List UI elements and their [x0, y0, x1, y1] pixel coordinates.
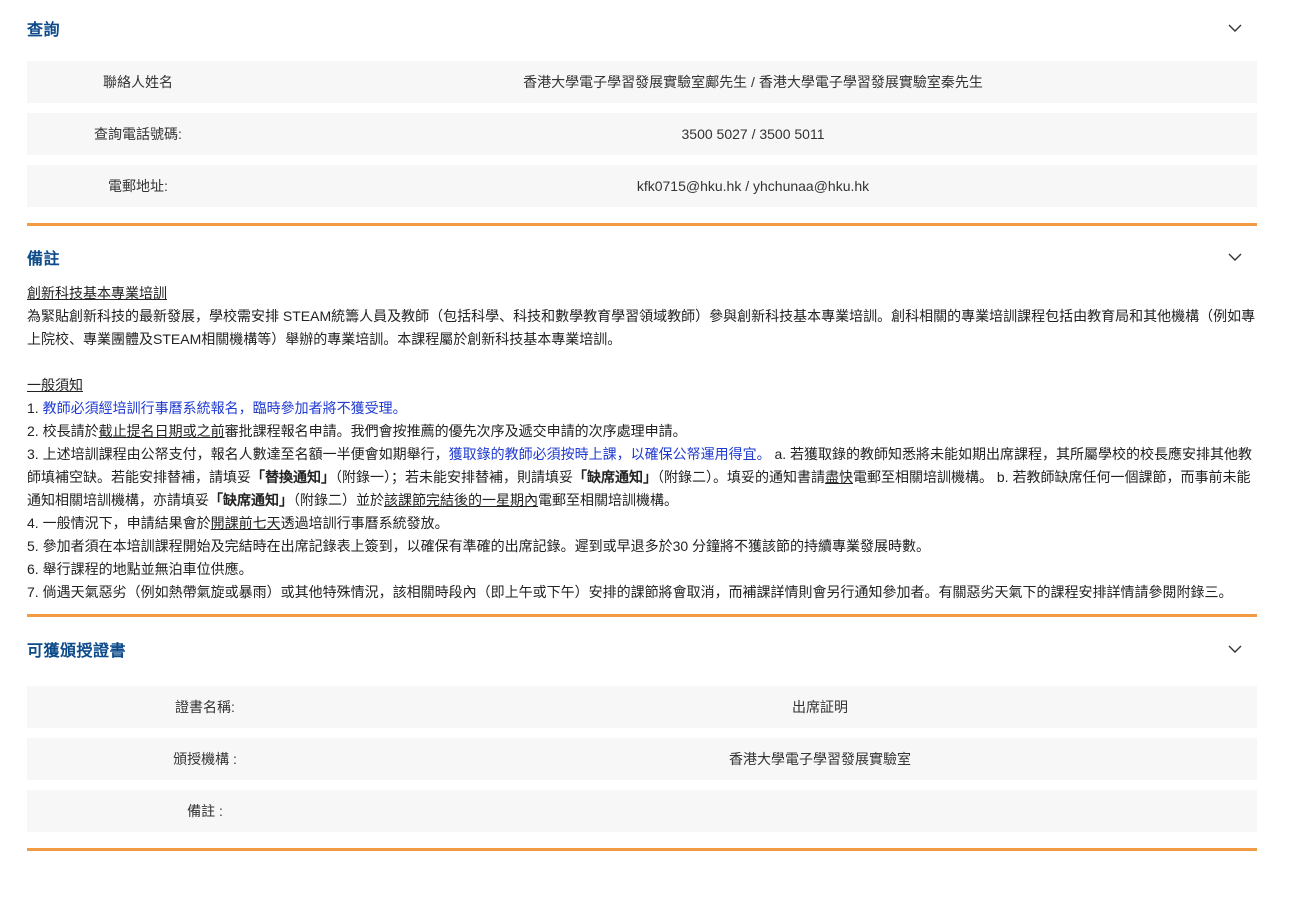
chevron-down-icon[interactable] [1225, 18, 1245, 38]
row-label: 查詢電話號碼: [94, 126, 182, 142]
steam-body: 為緊貼創新科技的最新發展，學校需安排 STEAM統籌人員及教師（包括科學、科技和… [27, 308, 1256, 347]
note-item-3: 3. 上述培訓課程由公帑支付，報名人數達至名額一半便會如期舉行，獲取錄的教師必須… [27, 446, 1253, 508]
chevron-down-icon[interactable] [1225, 247, 1245, 267]
remarks-body: 創新科技基本專業培訓 為緊貼創新科技的最新發展，學校需安排 STEAM統籌人員及… [27, 282, 1257, 614]
note-item-5: 5. 參加者須在本培訓課程開始及完結時在出席記錄表上簽到，以確保有準確的出席記錄… [27, 538, 931, 554]
row-value: kfk0715@hku.hk / yhchunaa@hku.hk [636, 178, 870, 194]
course-details: 查詢 聯絡人姓名 香港大學電子學習發展實驗室鄺先生 / 香港大學電子學習發展實驗… [27, 0, 1257, 851]
section-title: 可獲頒授證書 [27, 643, 127, 660]
enquiry-section: 查詢 聯絡人姓名 香港大學電子學習發展實驗室鄺先生 / 香港大學電子學習發展實驗… [27, 0, 1257, 226]
row-value: 香港大學電子學習發展實驗室鄺先生 / 香港大學電子學習發展實驗室秦先生 [523, 74, 983, 90]
contact-name-row: 聯絡人姓名 香港大學電子學習發展實驗室鄺先生 / 香港大學電子學習發展實驗室秦先… [27, 61, 1257, 103]
row-label: 頒授機構 : [173, 751, 237, 767]
certificate-header[interactable]: 可獲頒授證書 [27, 617, 1257, 681]
row-label: 電郵地址: [108, 178, 168, 194]
note-item-2: 2. 校長請於截止提名日期或之前審批課程報名申請。我們會按推薦的優先次序及遞交申… [27, 423, 687, 439]
note-item-7: 7. 倘遇天氣惡劣（例如熱帶氣旋或暴雨）或其他特殊情況，該相關時段內（即上午或下… [27, 584, 1233, 600]
email-row: 電郵地址: kfk0715@hku.hk / yhchunaa@hku.hk [27, 165, 1257, 207]
remarks-section: 備註 創新科技基本專業培訓 為緊貼創新科技的最新發展，學校需安排 STEAM統籌… [27, 226, 1257, 617]
note-item-1: 1. 教師必須經培訓行事曆系統報名，臨時參加者將不獲受理。 [27, 400, 407, 416]
section-title: 備註 [27, 251, 61, 268]
note-item-4: 4. 一般情況下，申請結果會於開課前七天透過培訓行事曆系統發放。 [27, 515, 449, 531]
phone-row: 查詢電話號碼: 3500 5027 / 3500 5011 [27, 113, 1257, 155]
section-title: 查詢 [27, 22, 61, 39]
enquiry-header[interactable]: 查詢 [27, 0, 1257, 56]
certificate-name-row: 證書名稱: 出席証明 [27, 686, 1257, 728]
remarks-header[interactable]: 備註 [27, 226, 1257, 288]
row-value: 香港大學電子學習發展實驗室 [729, 751, 911, 767]
row-label: 證書名稱: [175, 699, 235, 715]
certificate-remarks-row: 備註 : [27, 790, 1257, 832]
row-label: 聯絡人姓名 [103, 74, 173, 90]
row-value: 出席証明 [792, 699, 848, 715]
issuer-row: 頒授機構 : 香港大學電子學習發展實驗室 [27, 738, 1257, 780]
section-divider [27, 848, 1257, 851]
certificate-section: 可獲頒授證書 證書名稱: 出席証明 頒授機構 : 香港大學電子學習發展實驗室 備… [27, 617, 1257, 851]
general-heading: 一般須知 [27, 377, 83, 393]
note-item-6: 6. 舉行課程的地點並無泊車位供應。 [27, 561, 253, 577]
chevron-down-icon[interactable] [1225, 639, 1245, 659]
row-value: 3500 5027 / 3500 5011 [681, 126, 825, 142]
row-label: 備註 : [187, 803, 223, 819]
